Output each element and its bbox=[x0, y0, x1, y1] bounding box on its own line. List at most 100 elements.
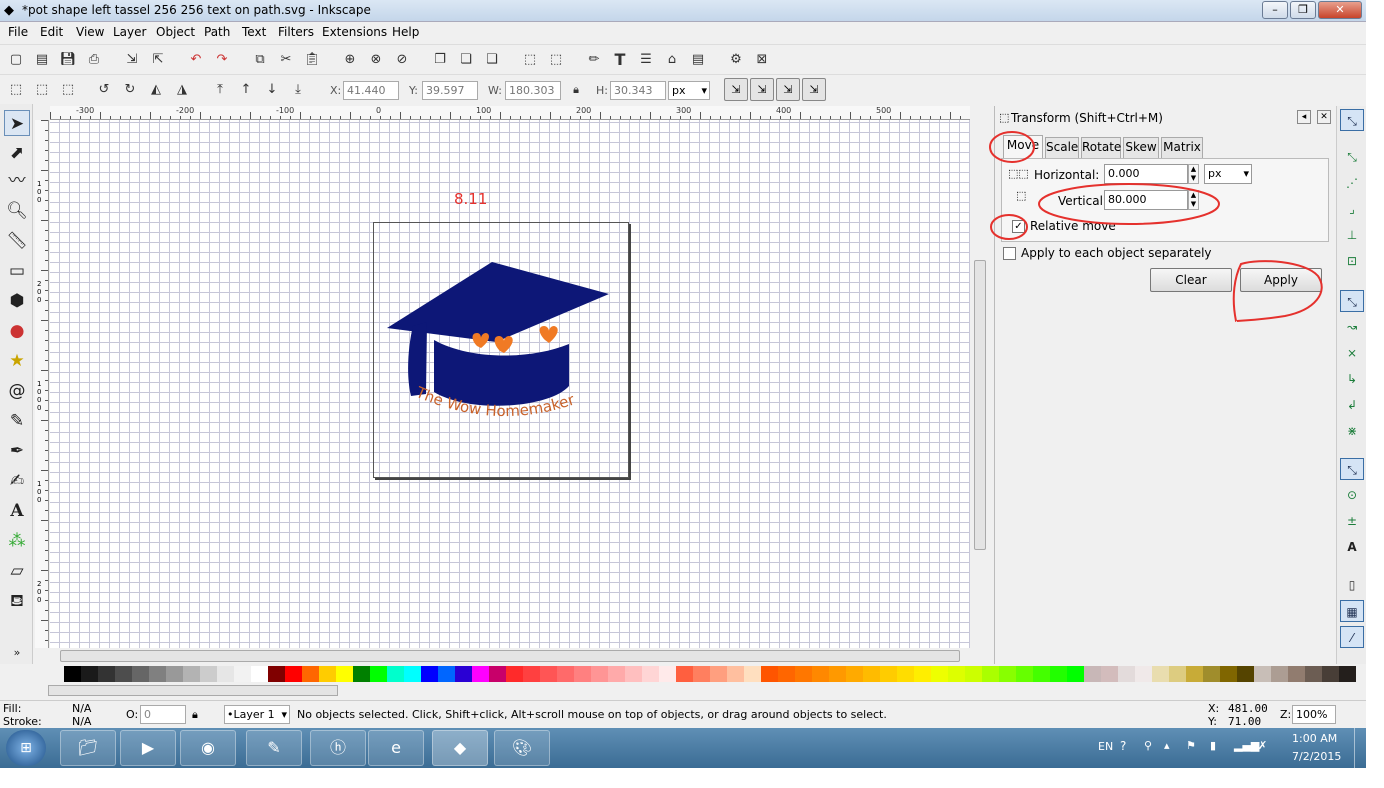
duplicate-icon[interactable]: ❐ bbox=[430, 50, 450, 70]
palette-scroll-thumb[interactable] bbox=[48, 685, 338, 696]
palette-swatch[interactable] bbox=[693, 666, 710, 682]
cut-icon[interactable]: ✂ bbox=[276, 50, 296, 70]
palette-swatch[interactable] bbox=[880, 666, 897, 682]
menu-extensions[interactable]: Extensions bbox=[322, 25, 387, 39]
fill-stroke-icon[interactable]: ✏ bbox=[584, 50, 604, 70]
palette-swatch[interactable] bbox=[98, 666, 115, 682]
palette-swatch[interactable] bbox=[1169, 666, 1186, 682]
xml-editor-icon[interactable]: ⌂ bbox=[662, 50, 682, 70]
palette-swatch[interactable] bbox=[557, 666, 574, 682]
scale-stroke-toggle[interactable]: ⇲ bbox=[724, 78, 748, 101]
w-field[interactable]: 180.303 bbox=[505, 81, 561, 100]
menu-help[interactable]: Help bbox=[392, 25, 419, 39]
rotate-ccw-icon[interactable]: ↺ bbox=[94, 80, 114, 100]
save-icon[interactable]: 💾︎ bbox=[58, 50, 78, 70]
paste-icon[interactable]: 📋︎ bbox=[302, 50, 322, 70]
flip-horizontal-icon[interactable]: ◭ bbox=[146, 80, 166, 100]
clock-date[interactable]: 7/2/2015 bbox=[1292, 750, 1341, 763]
palette-swatch[interactable] bbox=[506, 666, 523, 682]
palette-swatch[interactable] bbox=[778, 666, 795, 682]
palette-swatch[interactable] bbox=[234, 666, 251, 682]
clock-time[interactable]: 1:00 AM bbox=[1292, 732, 1337, 745]
palette-swatch[interactable] bbox=[897, 666, 914, 682]
3d-box-tool-icon[interactable]: ⬢ bbox=[4, 288, 30, 314]
snap-centers-icon[interactable]: ⊙ bbox=[1340, 484, 1364, 506]
clone-icon[interactable]: ❏ bbox=[456, 50, 476, 70]
palette-swatch[interactable] bbox=[64, 666, 81, 682]
opacity-field[interactable]: 0 bbox=[140, 705, 186, 724]
palette-swatch[interactable] bbox=[1254, 666, 1271, 682]
palette-swatch[interactable] bbox=[1135, 666, 1152, 682]
tweak-tool-icon[interactable]: 〰 bbox=[4, 168, 30, 194]
snap-nodes-icon[interactable]: ⤡ bbox=[1340, 290, 1364, 312]
palette-swatch[interactable] bbox=[931, 666, 948, 682]
palette-swatch[interactable] bbox=[217, 666, 234, 682]
palette-swatch[interactable] bbox=[965, 666, 982, 682]
palette-swatch[interactable] bbox=[1271, 666, 1288, 682]
snap-bbox-icon[interactable]: ⤡ bbox=[1340, 146, 1364, 168]
action-center-icon[interactable]: ⚑ bbox=[1186, 739, 1196, 752]
horizontal-scrollbar[interactable] bbox=[50, 648, 970, 664]
paint-bucket-tool-icon[interactable]: ⛾ bbox=[4, 588, 30, 614]
raise-to-top-icon[interactable]: ⤒ bbox=[210, 80, 230, 100]
palette-swatch[interactable] bbox=[710, 666, 727, 682]
new-icon[interactable]: ▢ bbox=[6, 50, 26, 70]
palette-swatch[interactable] bbox=[795, 666, 812, 682]
snap-bbox-edge-icon[interactable]: ⋰ bbox=[1340, 172, 1364, 194]
palette-swatch[interactable] bbox=[455, 666, 472, 682]
flip-vertical-icon[interactable]: ◮ bbox=[172, 80, 192, 100]
snap-paths-icon[interactable]: ↝ bbox=[1340, 316, 1364, 338]
browser-orb-task-icon[interactable]: ◉ bbox=[180, 730, 236, 766]
text-tool-icon[interactable]: A bbox=[4, 498, 30, 524]
palette-swatch[interactable] bbox=[761, 666, 778, 682]
show-desktop-button[interactable] bbox=[1354, 728, 1366, 768]
snap-cusp-nodes-icon[interactable]: ↳ bbox=[1340, 368, 1364, 390]
palette-swatch[interactable] bbox=[1016, 666, 1033, 682]
zoom-page-icon[interactable]: ⊘ bbox=[392, 50, 412, 70]
snap-others-icon[interactable]: ⤡ bbox=[1340, 458, 1364, 480]
restore-button[interactable]: ❐ bbox=[1290, 1, 1316, 19]
horizontal-scroll-thumb[interactable] bbox=[60, 650, 960, 662]
palette-swatch[interactable] bbox=[370, 666, 387, 682]
palette-swatch[interactable] bbox=[914, 666, 931, 682]
inkscape-task-icon[interactable]: ◆ bbox=[432, 730, 488, 766]
close-button[interactable]: ✕ bbox=[1318, 1, 1362, 19]
snap-text-baseline-icon[interactable]: A bbox=[1340, 536, 1364, 558]
scale-corners-toggle[interactable]: ⇲ bbox=[750, 78, 774, 101]
palette-swatch[interactable] bbox=[812, 666, 829, 682]
palette-swatch[interactable] bbox=[302, 666, 319, 682]
lock-ratio-icon[interactable]: 🔒︎ bbox=[566, 80, 586, 100]
menu-path[interactable]: Path bbox=[204, 25, 230, 39]
internet-explorer-task-icon[interactable]: e bbox=[368, 730, 424, 766]
palette-swatch[interactable] bbox=[438, 666, 455, 682]
snap-enable-icon[interactable]: ⤡ bbox=[1340, 109, 1364, 131]
zoom-selection-icon[interactable]: ⊕ bbox=[340, 50, 360, 70]
pen-tool-icon[interactable]: ✒ bbox=[4, 438, 30, 464]
unlink-clone-icon[interactable]: ❑ bbox=[482, 50, 502, 70]
raise-icon[interactable]: ↑ bbox=[236, 80, 256, 100]
palette-swatch[interactable] bbox=[404, 666, 421, 682]
copy-icon[interactable]: ⧉ bbox=[250, 50, 270, 70]
spray-tool-icon[interactable]: ⁂ bbox=[4, 528, 30, 554]
signal-tray-icon[interactable]: ▂▄▆ bbox=[1234, 739, 1259, 752]
palette-swatch[interactable] bbox=[319, 666, 336, 682]
palette-swatch[interactable] bbox=[591, 666, 608, 682]
lower-to-bottom-icon[interactable]: ⤓ bbox=[288, 80, 308, 100]
palette-swatch[interactable] bbox=[1067, 666, 1084, 682]
snap-intersections-icon[interactable]: ⨯ bbox=[1340, 342, 1364, 364]
palette-swatch[interactable] bbox=[1237, 666, 1254, 682]
palette-swatch[interactable] bbox=[608, 666, 625, 682]
palette-swatch[interactable] bbox=[999, 666, 1016, 682]
palette-swatch[interactable] bbox=[523, 666, 540, 682]
deselect-icon[interactable]: ⬚ bbox=[58, 80, 78, 100]
palette-swatch[interactable] bbox=[1186, 666, 1203, 682]
palette-swatch[interactable] bbox=[1339, 666, 1356, 682]
document-properties-icon[interactable]: ⊠ bbox=[752, 50, 772, 70]
language-indicator[interactable]: EN bbox=[1098, 740, 1113, 753]
palette-swatch[interactable] bbox=[863, 666, 880, 682]
snap-midpoints-icon[interactable]: ⋇ bbox=[1340, 420, 1364, 442]
palette-swatch[interactable] bbox=[540, 666, 557, 682]
palette-swatch[interactable] bbox=[353, 666, 370, 682]
snap-bbox-corner-icon[interactable]: ⌟ bbox=[1340, 198, 1364, 220]
palette-swatch[interactable] bbox=[421, 666, 438, 682]
